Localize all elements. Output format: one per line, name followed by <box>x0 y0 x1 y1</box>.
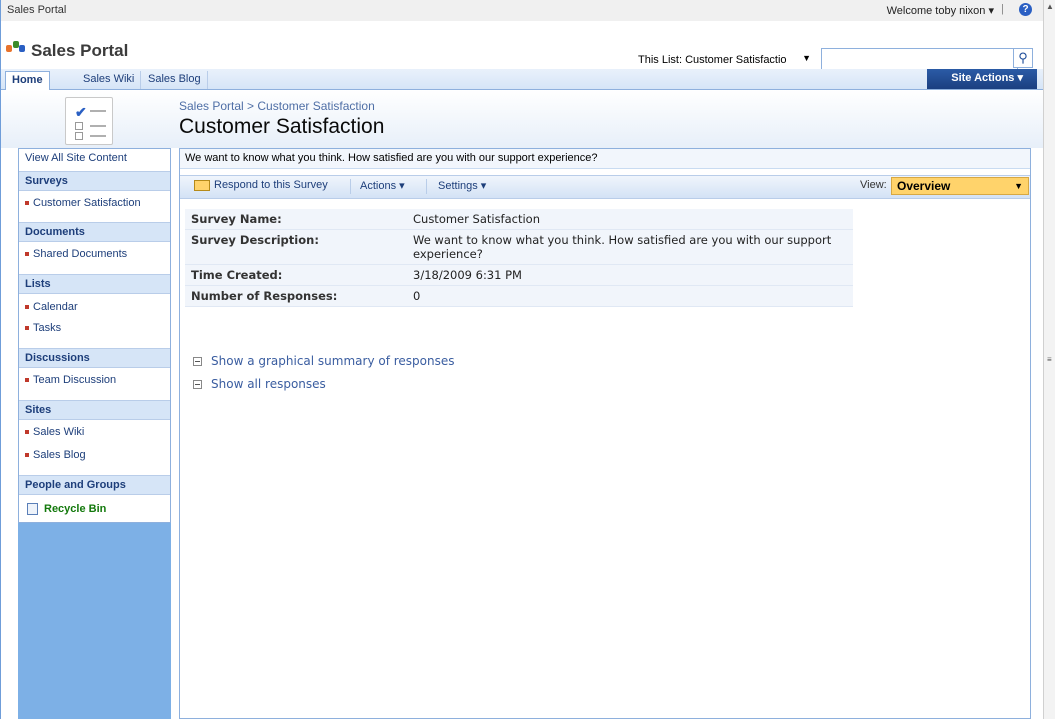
documents-heading[interactable]: Documents <box>19 222 170 242</box>
top-nav: Home Sales Wiki Sales Blog <box>1 69 1043 90</box>
sidebar-item-team-discussion[interactable]: Team Discussion <box>19 371 170 391</box>
breadcrumb-current[interactable]: Customer Satisfaction <box>257 99 374 113</box>
respond-label: Respond to this Survey <box>214 179 328 191</box>
survey-list-icon: ✔ <box>65 97 113 145</box>
view-all-site-content-link[interactable]: View All Site Content <box>19 149 170 169</box>
detail-value: 3/18/2009 6:31 PM <box>407 264 853 286</box>
sidebar-item-label: Sales Blog <box>33 449 86 461</box>
sidebar-item-label: Sales Wiki <box>33 426 85 438</box>
recycle-bin-link[interactable]: Recycle Bin <box>19 498 170 520</box>
sidebar-item-label: Team Discussion <box>33 374 117 386</box>
actions-menu[interactable]: Actions ▾ <box>360 179 405 192</box>
vertical-scrollbar[interactable]: ▲ ≡ <box>1043 0 1055 719</box>
sidebar-item-label: Calendar <box>33 301 78 313</box>
survey-details-table: Survey Name: Customer Satisfaction Surve… <box>185 209 853 307</box>
detail-value: We want to know what you think. How sati… <box>407 229 853 265</box>
bullet-icon <box>25 252 29 257</box>
detail-key: Number of Responses: <box>185 285 407 307</box>
sidebar-item-label: Tasks <box>33 322 62 334</box>
breadcrumb-root[interactable]: Sales Portal <box>179 99 244 113</box>
bullet-icon <box>25 305 29 310</box>
table-row: Survey Description: We want to know what… <box>185 229 853 265</box>
site-name-link[interactable]: Sales Portal <box>7 4 66 16</box>
sidebar-item-sales-wiki[interactable]: Sales Wiki <box>19 423 170 443</box>
search-icon[interactable]: ⚲ <box>1013 48 1033 68</box>
view-select-value: Overview <box>897 179 951 193</box>
detail-value: Customer Satisfaction <box>407 209 853 230</box>
recycle-bin-label: Recycle Bin <box>44 503 107 515</box>
main-content: We want to know what you think. How sati… <box>179 148 1031 719</box>
graphical-summary-link[interactable]: Show a graphical summary of responses <box>193 354 455 368</box>
search-scope-select[interactable]: This List: Customer Satisfactio ▼ <box>632 52 817 69</box>
tab-home[interactable]: Home <box>5 71 50 90</box>
welcome-menu[interactable]: Welcome toby nixon ▾ <box>887 4 994 17</box>
search-input[interactable] <box>821 48 1018 70</box>
expand-icon <box>193 357 202 366</box>
separator: | <box>1001 3 1004 15</box>
sidebar-item-sales-blog[interactable]: Sales Blog <box>19 446 170 466</box>
all-responses-label: Show all responses <box>211 377 326 391</box>
bullet-icon <box>25 201 29 206</box>
title-band <box>1 90 1043 148</box>
detail-key: Survey Name: <box>185 209 407 230</box>
tab-sales-blog[interactable]: Sales Blog <box>142 71 208 89</box>
sidebar-item-label: Customer Satisfaction <box>33 197 141 209</box>
lists-heading[interactable]: Lists <box>19 274 170 294</box>
search-scope-value: This List: Customer Satisfactio <box>638 54 787 66</box>
help-icon[interactable]: ? <box>1019 3 1032 16</box>
view-label: View: <box>860 179 887 191</box>
quick-launch-panel: View All Site Content Surveys Customer S… <box>18 148 171 523</box>
scroll-up-icon[interactable]: ▲ <box>1046 2 1054 11</box>
sidebar-item-label: Shared Documents <box>33 248 128 260</box>
bullet-icon <box>25 378 29 383</box>
table-row: Survey Name: Customer Satisfaction <box>185 209 853 230</box>
sidebar-item-customer-satisfaction[interactable]: Customer Satisfaction <box>19 194 170 214</box>
recycle-bin-icon <box>27 503 38 516</box>
chevron-down-icon: ▼ <box>1014 181 1023 191</box>
checkmark-icon: ✔ <box>75 104 87 120</box>
detail-key: Survey Description: <box>185 229 407 265</box>
view-select[interactable]: Overview ▼ <box>891 177 1029 195</box>
breadcrumb: Sales Portal > Customer Satisfaction <box>179 99 375 113</box>
detail-key: Time Created: <box>185 264 407 286</box>
surveys-heading[interactable]: Surveys <box>19 171 170 191</box>
sidebar-item-tasks[interactable]: Tasks <box>19 319 170 339</box>
tab-sales-wiki[interactable]: Sales Wiki <box>77 71 142 89</box>
quick-launch: View All Site Content Surveys Customer S… <box>18 148 171 719</box>
people-logo-icon <box>6 41 26 57</box>
bullet-icon <box>25 430 29 435</box>
graphical-summary-label: Show a graphical summary of responses <box>211 354 455 368</box>
discussions-heading[interactable]: Discussions <box>19 348 170 368</box>
bullet-icon <box>25 453 29 458</box>
bullet-icon <box>25 326 29 331</box>
sites-heading[interactable]: Sites <box>19 400 170 420</box>
breadcrumb-separator: > <box>243 99 258 113</box>
top-bar: Sales Portal Welcome toby nixon ▾ | ? <box>1 0 1043 22</box>
settings-menu[interactable]: Settings ▾ <box>438 179 486 192</box>
scroll-grip-icon[interactable]: ≡ <box>1047 355 1052 364</box>
site-actions-button[interactable]: Site Actions ▾ <box>927 69 1037 89</box>
toolbar-divider <box>426 179 427 194</box>
respond-button[interactable]: Respond to this Survey <box>194 179 328 191</box>
list-toolbar: Respond to this Survey Actions ▾ Setting… <box>180 175 1030 199</box>
list-description: We want to know what you think. How sati… <box>180 149 1030 169</box>
respond-survey-icon <box>194 179 210 191</box>
toolbar-divider <box>350 179 351 194</box>
sidebar-item-shared-documents[interactable]: Shared Documents <box>19 245 170 265</box>
table-row: Number of Responses: 0 <box>185 285 853 307</box>
all-responses-link[interactable]: Show all responses <box>193 377 326 391</box>
browser-frame: Sales Portal Welcome toby nixon ▾ | ? Sa… <box>0 0 1043 719</box>
chevron-down-icon: ▼ <box>802 53 811 63</box>
detail-value: 0 <box>407 285 853 307</box>
sidebar-item-calendar[interactable]: Calendar <box>19 298 170 318</box>
site-title[interactable]: Sales Portal <box>31 41 128 61</box>
expand-icon <box>193 380 202 389</box>
table-row: Time Created: 3/18/2009 6:31 PM <box>185 264 853 286</box>
people-and-groups-heading[interactable]: People and Groups <box>19 475 170 495</box>
page-title: Customer Satisfaction <box>179 115 385 138</box>
